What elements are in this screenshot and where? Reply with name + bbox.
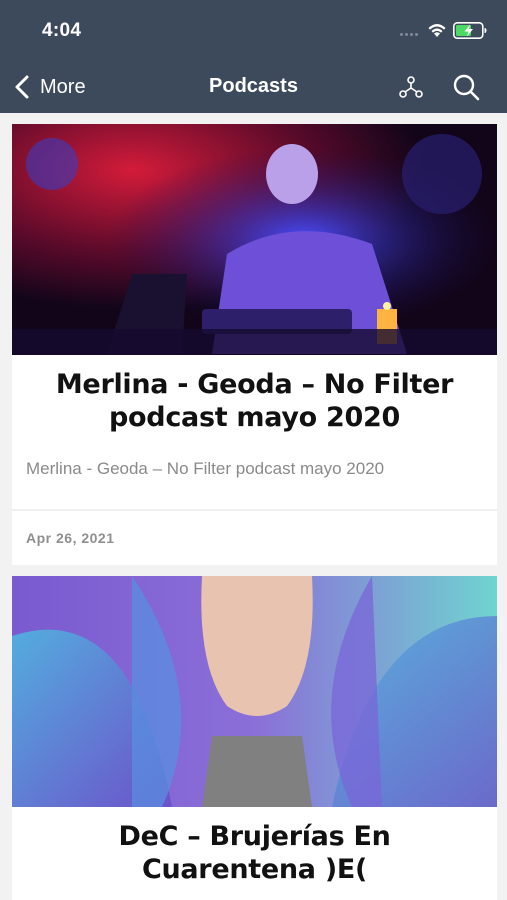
battery-icon [453,22,488,39]
signal-icon [400,33,422,39]
post-card[interactable]: DeC – Brujerías En Cuarentena )E( [12,576,497,900]
status-time: 4:04 [42,20,82,41]
post-excerpt: Merlina - Geoda – No Filter podcast mayo… [26,459,385,478]
post-title[interactable]: DeC – Brujerías En Cuarentena )E( [32,820,477,886]
card-divider [12,509,497,511]
post-thumbnail[interactable] [12,124,497,355]
page-title: Podcasts [209,75,298,97]
post-title[interactable]: Merlina - Geoda – No Filter podcast mayo… [32,368,477,434]
post-card[interactable]: Merlina - Geoda – No Filter podcast mayo… [12,124,497,565]
nav-bar: More Podcasts [0,60,507,113]
post-date: Apr 26, 2021 [26,530,115,546]
search-icon[interactable] [451,72,481,102]
app-header: 4:04 More Podcasts [0,0,507,113]
status-bar: 4:04 [0,0,507,58]
post-thumbnail[interactable] [12,576,497,807]
wifi-icon [427,22,447,38]
network-icon[interactable] [396,72,426,102]
